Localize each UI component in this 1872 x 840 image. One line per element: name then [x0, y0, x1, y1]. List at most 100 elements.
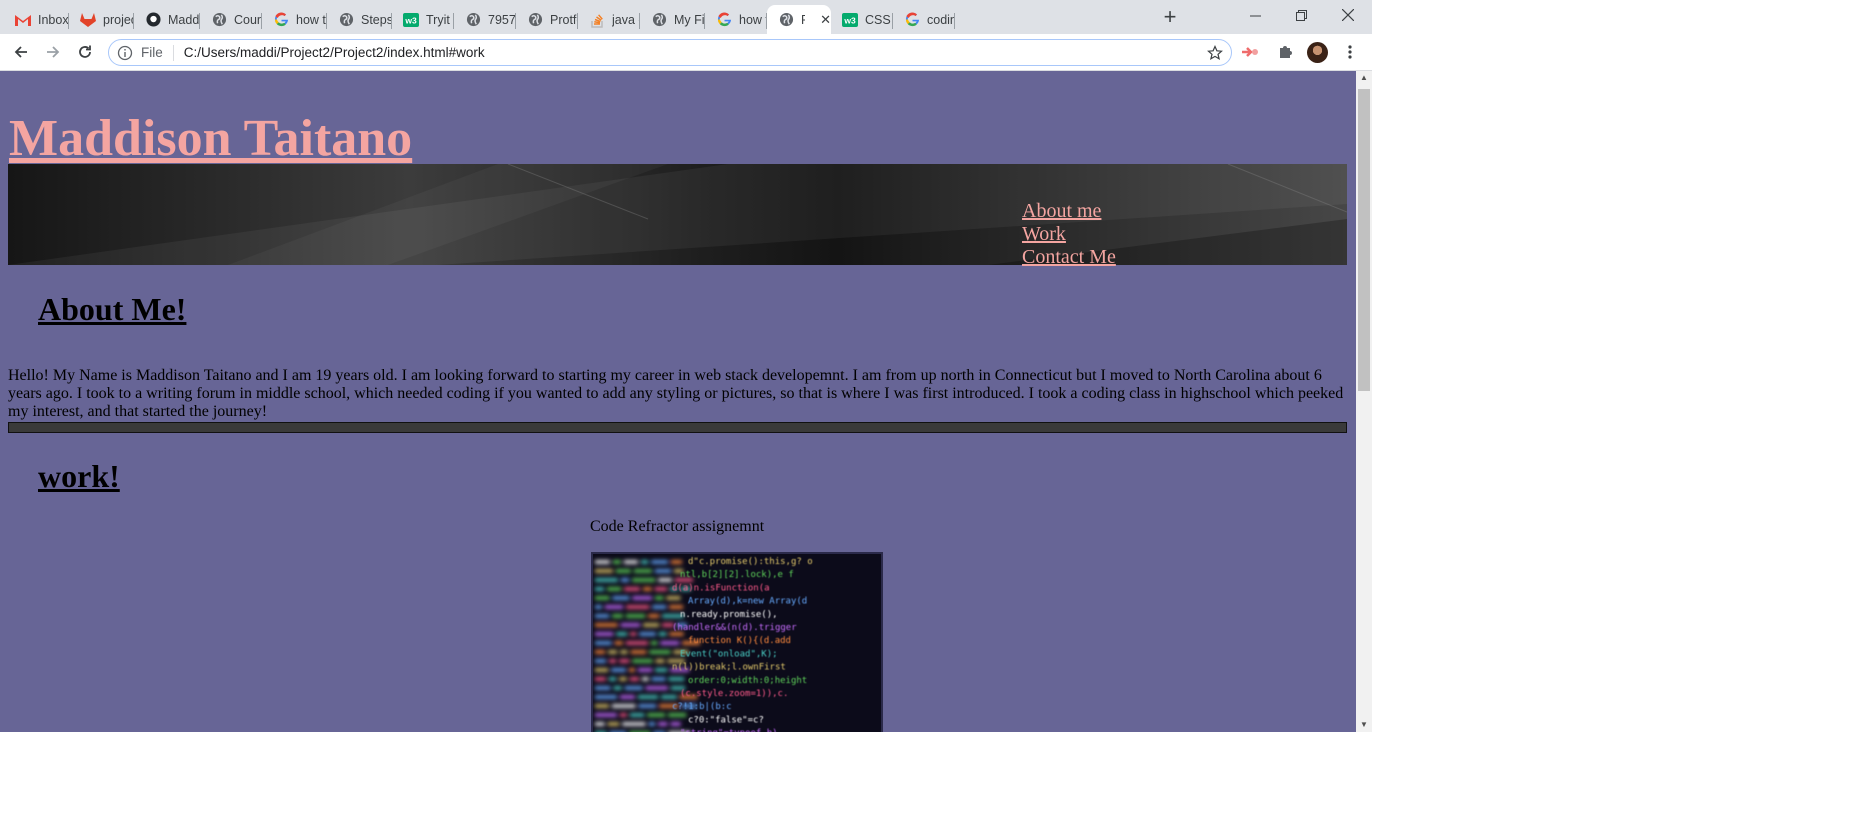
- tab-title: java -: [612, 12, 640, 27]
- bookmark-star-button[interactable]: [1207, 45, 1223, 64]
- scroll-up-arrow[interactable]: ▲: [1356, 71, 1372, 85]
- globe-icon: [778, 12, 794, 28]
- tab[interactable]: w3 Tryit Ed: [392, 5, 454, 34]
- address-bar[interactable]: File C:/Users/maddi/Project2/Project2/in…: [108, 39, 1232, 66]
- arrow-right-icon: [47, 46, 60, 58]
- browser-window: Inbox (projectMaddiCoursehow toSteps Tw3…: [0, 0, 1372, 732]
- w3schools-icon: w3: [403, 12, 419, 28]
- globe-icon: [465, 12, 481, 28]
- svg-text:w3: w3: [843, 15, 856, 25]
- tab[interactable]: Inbox (: [4, 5, 69, 34]
- tab-title: Inbox (: [38, 12, 69, 27]
- code-line: ntl,b[2][2].lock),e f: [680, 570, 794, 580]
- info-icon: [117, 45, 133, 60]
- extension-button[interactable]: [1240, 42, 1260, 62]
- restore-button[interactable]: [1278, 0, 1324, 30]
- profile-avatar[interactable]: [1307, 42, 1328, 63]
- main-nav: About me Work Contact Me: [1022, 200, 1116, 269]
- tab-title: coding: [927, 12, 955, 27]
- pink-extension-icon: [1242, 47, 1258, 57]
- tab-title: My Fir: [674, 12, 705, 27]
- globe-icon: [338, 12, 354, 28]
- close-icon: [1342, 9, 1354, 21]
- google-icon: [904, 12, 920, 28]
- minimize-button[interactable]: [1232, 0, 1278, 30]
- code-line: d(a)n.isFunction(a: [672, 583, 770, 593]
- arrow-left-icon: [14, 46, 27, 58]
- work-heading: work!: [38, 458, 120, 494]
- code-line: n.ready.promise(),: [680, 610, 778, 620]
- project-caption: Code Refractor assignemnt: [590, 518, 765, 535]
- address-url[interactable]: C:/Users/maddi/Project2/Project2/index.h…: [184, 45, 485, 60]
- tab-title: Steps T: [361, 12, 392, 27]
- tab-active[interactable]: Pro ✕: [767, 5, 831, 34]
- page-viewport: Maddison Taitano About me Work Contact M…: [0, 71, 1356, 732]
- tab-title: project: [103, 12, 134, 27]
- code-line: order:0;width:0;height: [688, 676, 807, 686]
- tab[interactable]: Maddi: [134, 5, 200, 34]
- tab-close-button[interactable]: ✕: [820, 12, 831, 28]
- tab[interactable]: how to: [262, 5, 327, 34]
- tab[interactable]: 7957ac: [454, 5, 516, 34]
- code-line: "string"=typeof b): [680, 729, 778, 732]
- address-divider: [172, 44, 174, 61]
- tab[interactable]: how to: [705, 5, 767, 34]
- browser-toolbar: File C:/Users/maddi/Project2/Project2/in…: [0, 34, 1372, 71]
- site-title-link[interactable]: Maddison Taitano: [9, 109, 412, 168]
- tab[interactable]: project: [69, 5, 134, 34]
- stackoverflow-icon: [589, 12, 605, 28]
- browser-menu-button[interactable]: [1340, 42, 1360, 62]
- nav-link-work[interactable]: Work: [1022, 223, 1116, 246]
- globe-icon: [651, 12, 667, 28]
- extensions-menu-button[interactable]: [1275, 42, 1295, 62]
- close-window-button[interactable]: [1325, 0, 1371, 30]
- code-line: (c.style.zoom=1)),c.: [680, 689, 788, 699]
- about-paragraph: Hello! My Name is Maddison Taitano and I…: [8, 367, 1344, 420]
- forward-button[interactable]: [40, 39, 66, 65]
- restore-icon: [1295, 9, 1307, 21]
- tab[interactable]: Steps T: [327, 5, 392, 34]
- tab-title: how to: [296, 12, 327, 27]
- reload-button[interactable]: [72, 39, 98, 65]
- new-tab-button[interactable]: +: [1158, 6, 1182, 30]
- star-icon: [1207, 45, 1223, 61]
- tab[interactable]: java -: [578, 5, 640, 34]
- tab-title: Pro: [801, 13, 805, 27]
- header-banner: [8, 164, 1347, 265]
- svg-text:w3: w3: [404, 15, 417, 25]
- tab[interactable]: w3 CSS te: [831, 5, 893, 34]
- code-line: (handler&&(n(d).trigger: [672, 623, 797, 633]
- code-line: n(l))break;l.ownFirst: [672, 663, 786, 673]
- tab[interactable]: coding: [893, 5, 955, 34]
- gitlab-icon: [80, 12, 96, 28]
- page-scrollbar[interactable]: ▲ ▼: [1356, 71, 1372, 732]
- kebab-menu-icon: [1348, 45, 1352, 59]
- tab-title: Maddi: [168, 12, 200, 27]
- puzzle-icon: [1280, 46, 1292, 58]
- project-thumbnail-image[interactable]: d"c.promise():this,g? o ntl,b[2][2].lock)…: [591, 552, 883, 732]
- tab[interactable]: Course: [200, 5, 262, 34]
- scrollbar-thumb[interactable]: [1358, 89, 1370, 391]
- github-icon: [145, 12, 161, 28]
- scroll-down-arrow[interactable]: ▼: [1356, 718, 1372, 732]
- nav-link-about[interactable]: About me: [1022, 200, 1116, 223]
- code-line: d"c.promise():this,g? o: [688, 557, 813, 567]
- back-button[interactable]: [8, 39, 34, 65]
- tab[interactable]: Protfol: [516, 5, 578, 34]
- section-divider: [8, 422, 1347, 433]
- about-heading: About Me!: [38, 291, 187, 327]
- tab[interactable]: My Fir: [640, 5, 705, 34]
- tab-title: Course: [234, 12, 262, 27]
- code-line: c?0:"false"=c?: [688, 715, 764, 725]
- nav-link-contact[interactable]: Contact Me: [1022, 246, 1116, 269]
- code-text-lines: d"c.promise():this,g? o ntl,b[2][2].lock)…: [672, 557, 813, 732]
- gmail-icon: [15, 12, 31, 28]
- tab-strip: Inbox (projectMaddiCoursehow toSteps Tw3…: [0, 0, 1372, 34]
- w3schools-icon: w3: [842, 12, 858, 28]
- code-line: Event("onload",K);: [680, 649, 778, 659]
- banner-background-pattern: [8, 164, 1347, 265]
- globe-icon: [211, 12, 227, 28]
- globe-icon: [527, 12, 543, 28]
- code-line: c?!1:b|(b:c: [672, 702, 732, 712]
- code-screenshot-graphic: d"c.promise():this,g? o ntl,b[2][2].lock)…: [595, 557, 813, 732]
